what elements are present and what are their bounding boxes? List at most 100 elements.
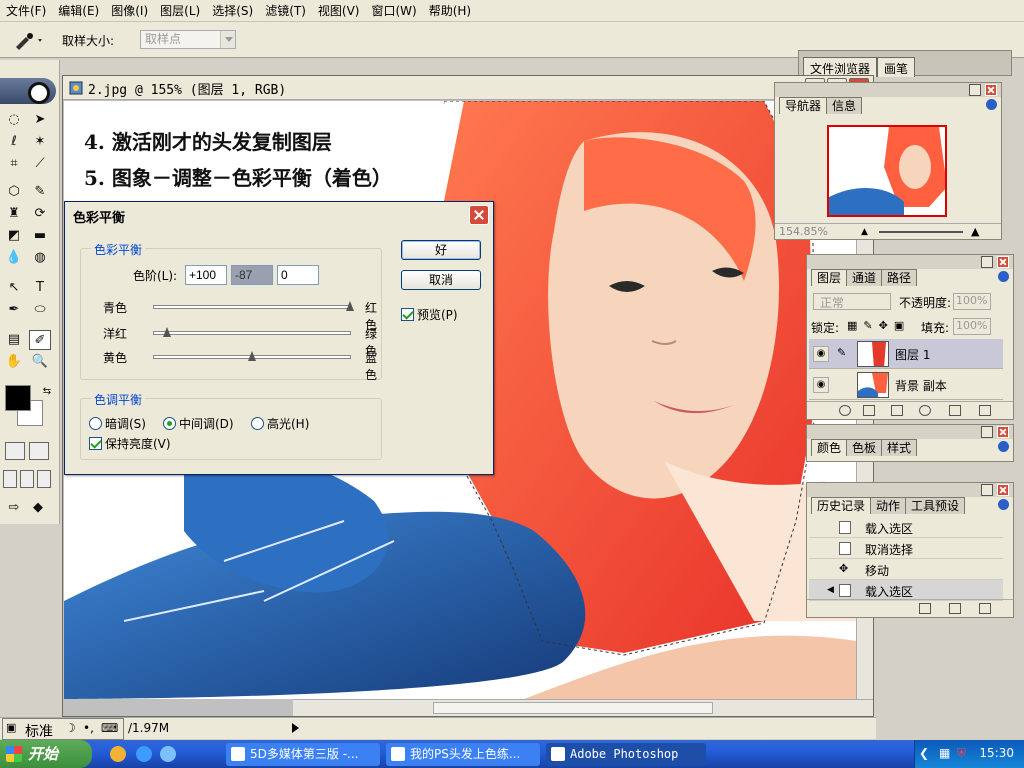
security-shield-icon[interactable]: ⛨ <box>957 746 966 761</box>
desktop-icon[interactable] <box>160 746 176 762</box>
layer-row[interactable]: ◉ 背景 副本 <box>809 370 1003 400</box>
zoom-slider[interactable] <box>879 231 963 233</box>
path-selection-icon[interactable]: ↖ <box>3 278 25 298</box>
document-titlebar[interactable]: 2.jpg @ 155% (图层 1, RGB) _ □ ✕ <box>63 76 873 100</box>
screen-mode-standard-icon[interactable] <box>3 470 17 488</box>
radio-highlights[interactable] <box>251 417 264 430</box>
clone-stamp-icon[interactable]: ♜ <box>3 204 25 224</box>
soft-keyboard-icon[interactable]: ⌨ <box>101 721 118 735</box>
zoom-value[interactable]: 154.85% <box>779 225 828 238</box>
preview-checkbox[interactable] <box>401 308 414 321</box>
tab-tool-presets[interactable]: 工具预设 <box>905 497 966 514</box>
history-state-slider-icon[interactable]: ◀ <box>827 585 834 595</box>
tab-styles[interactable]: 样式 <box>881 439 918 456</box>
palette-close-button[interactable] <box>997 426 1009 438</box>
tab-color[interactable]: 颜色 <box>811 439 848 456</box>
opacity-input[interactable]: 100% <box>953 293 991 310</box>
pen-tool-icon[interactable]: ✒ <box>3 300 25 320</box>
palette-close-button[interactable] <box>985 84 997 96</box>
palette-minimize-button[interactable] <box>981 426 993 438</box>
menu-file[interactable]: 文件(F) <box>0 0 52 22</box>
dialog-close-button[interactable] <box>469 205 489 225</box>
horizontal-scrollbar[interactable] <box>293 699 873 716</box>
moon-icon[interactable]: ☽ <box>65 721 76 735</box>
swap-colors-icon[interactable]: ⇆ <box>36 382 58 402</box>
imageready-icon[interactable]: ◆ <box>27 498 49 518</box>
notes-tool-icon[interactable]: ▤ <box>3 330 25 350</box>
punctuation-icon[interactable]: •, <box>83 721 94 735</box>
palette-minimize-button[interactable] <box>981 484 993 496</box>
trash-icon[interactable] <box>979 603 991 614</box>
lock-icons[interactable]: ▦✎✥▣ <box>847 319 910 332</box>
screen-mode-menubar-icon[interactable] <box>20 470 34 488</box>
history-item[interactable]: ◀ 载入选区 <box>809 580 1003 601</box>
eye-icon[interactable]: ◉ <box>813 377 829 393</box>
radio-midtones[interactable] <box>163 417 176 430</box>
menu-view[interactable]: 视图(V) <box>312 0 366 22</box>
dodge-tool-icon[interactable]: ◍ <box>29 248 51 268</box>
tab-info[interactable]: 信息 <box>826 97 863 114</box>
eye-icon[interactable]: ◉ <box>813 346 829 362</box>
slider-cyan-red[interactable] <box>153 301 354 311</box>
menu-select[interactable]: 选择(S) <box>206 0 259 22</box>
zoom-out-icon[interactable]: ▲ <box>861 227 868 237</box>
level-cyan-red-input[interactable] <box>185 265 227 285</box>
type-tool-icon[interactable]: T <box>29 278 51 298</box>
scroll-thumb[interactable] <box>433 702 713 714</box>
lasso-marquee-tool-icon[interactable]: ◌ <box>3 110 25 130</box>
task-photoshop[interactable]: Adobe Photoshop <box>546 743 706 766</box>
slice-tool-icon[interactable]: ⟋ <box>29 154 51 174</box>
level-yellow-blue-input[interactable] <box>277 265 319 285</box>
menu-window[interactable]: 窗口(W) <box>365 0 422 22</box>
gradient-tool-icon[interactable]: ▬ <box>29 226 51 246</box>
navigator-thumbnail[interactable] <box>827 125 947 217</box>
start-button[interactable]: 开始 <box>0 740 92 768</box>
history-item[interactable]: 取消选择 <box>809 538 1003 559</box>
layer-row[interactable]: ◉ ✎ 图层 1 <box>809 339 1003 369</box>
status-menu-arrow-icon[interactable] <box>292 723 299 733</box>
history-item[interactable]: 载入选区 <box>809 517 1003 538</box>
new-document-from-state-icon[interactable] <box>919 603 931 614</box>
new-group-icon[interactable] <box>891 405 903 416</box>
preserve-luminosity-checkbox[interactable] <box>89 437 102 450</box>
palette-header[interactable] <box>775 83 1001 97</box>
slider-thumb-cyan-red[interactable] <box>346 301 354 311</box>
task-5d-multimedia[interactable]: 5D多媒体第三版 -... <box>226 743 380 766</box>
slider-thumb-magenta-green[interactable] <box>162 327 171 337</box>
adjustment-layer-icon[interactable] <box>919 405 931 416</box>
tab-swatches[interactable]: 色板 <box>846 439 883 456</box>
palette-minimize-button[interactable] <box>981 256 993 268</box>
healing-brush-icon[interactable]: ⬡ <box>3 182 25 202</box>
hand-tool-icon[interactable]: ✋ <box>3 352 25 372</box>
menu-help[interactable]: 帮助(H) <box>423 0 477 22</box>
history-item[interactable]: ✥ 移动 <box>809 559 1003 580</box>
tab-history[interactable]: 历史记录 <box>811 497 872 514</box>
ime-toolbar[interactable]: ▣ 标准 ☽ •, ⌨ <box>2 718 124 740</box>
quick-mask-mode-icon[interactable] <box>29 442 49 460</box>
zoom-in-icon[interactable]: ▲ <box>971 225 979 238</box>
jump-to-imageready-icon[interactable]: ⇨ <box>3 498 25 518</box>
history-brush-icon[interactable]: ⟳ <box>29 204 51 224</box>
tab-navigator[interactable]: 导航器 <box>779 97 828 114</box>
menu-layer[interactable]: 图层(L) <box>154 0 206 22</box>
task-ps-hair-coloring[interactable]: 我的PS头发上色练... <box>386 743 540 766</box>
level-magenta-green-input[interactable] <box>231 265 273 285</box>
snapshot-icon[interactable] <box>949 603 961 614</box>
eraser-tool-icon[interactable]: ◩ <box>3 226 25 246</box>
palette-close-button[interactable] <box>997 484 1009 496</box>
foreground-color-swatch[interactable] <box>5 385 31 411</box>
sample-size-select[interactable]: 取样点 <box>140 30 236 49</box>
tab-actions[interactable]: 动作 <box>870 497 907 514</box>
palette-menu-icon[interactable] <box>998 499 1009 510</box>
standard-mode-icon[interactable] <box>5 442 25 460</box>
tab-brushes[interactable]: 画笔 <box>877 57 916 77</box>
brush-tool-icon[interactable]: ✎ <box>29 182 51 202</box>
screen-mode-full-icon[interactable] <box>37 470 51 488</box>
ime-mode-label[interactable]: 标准 <box>25 721 53 741</box>
eyedropper-tool-icon[interactable]: ✐ <box>29 330 51 350</box>
tray-collapse-icon[interactable]: ❮ <box>919 746 929 760</box>
zoom-tool-icon[interactable]: 🔍 <box>29 352 51 372</box>
palette-menu-icon[interactable] <box>998 271 1009 282</box>
tab-channels[interactable]: 通道 <box>846 269 883 286</box>
crop-tool-icon[interactable]: ⌗ <box>3 154 25 174</box>
